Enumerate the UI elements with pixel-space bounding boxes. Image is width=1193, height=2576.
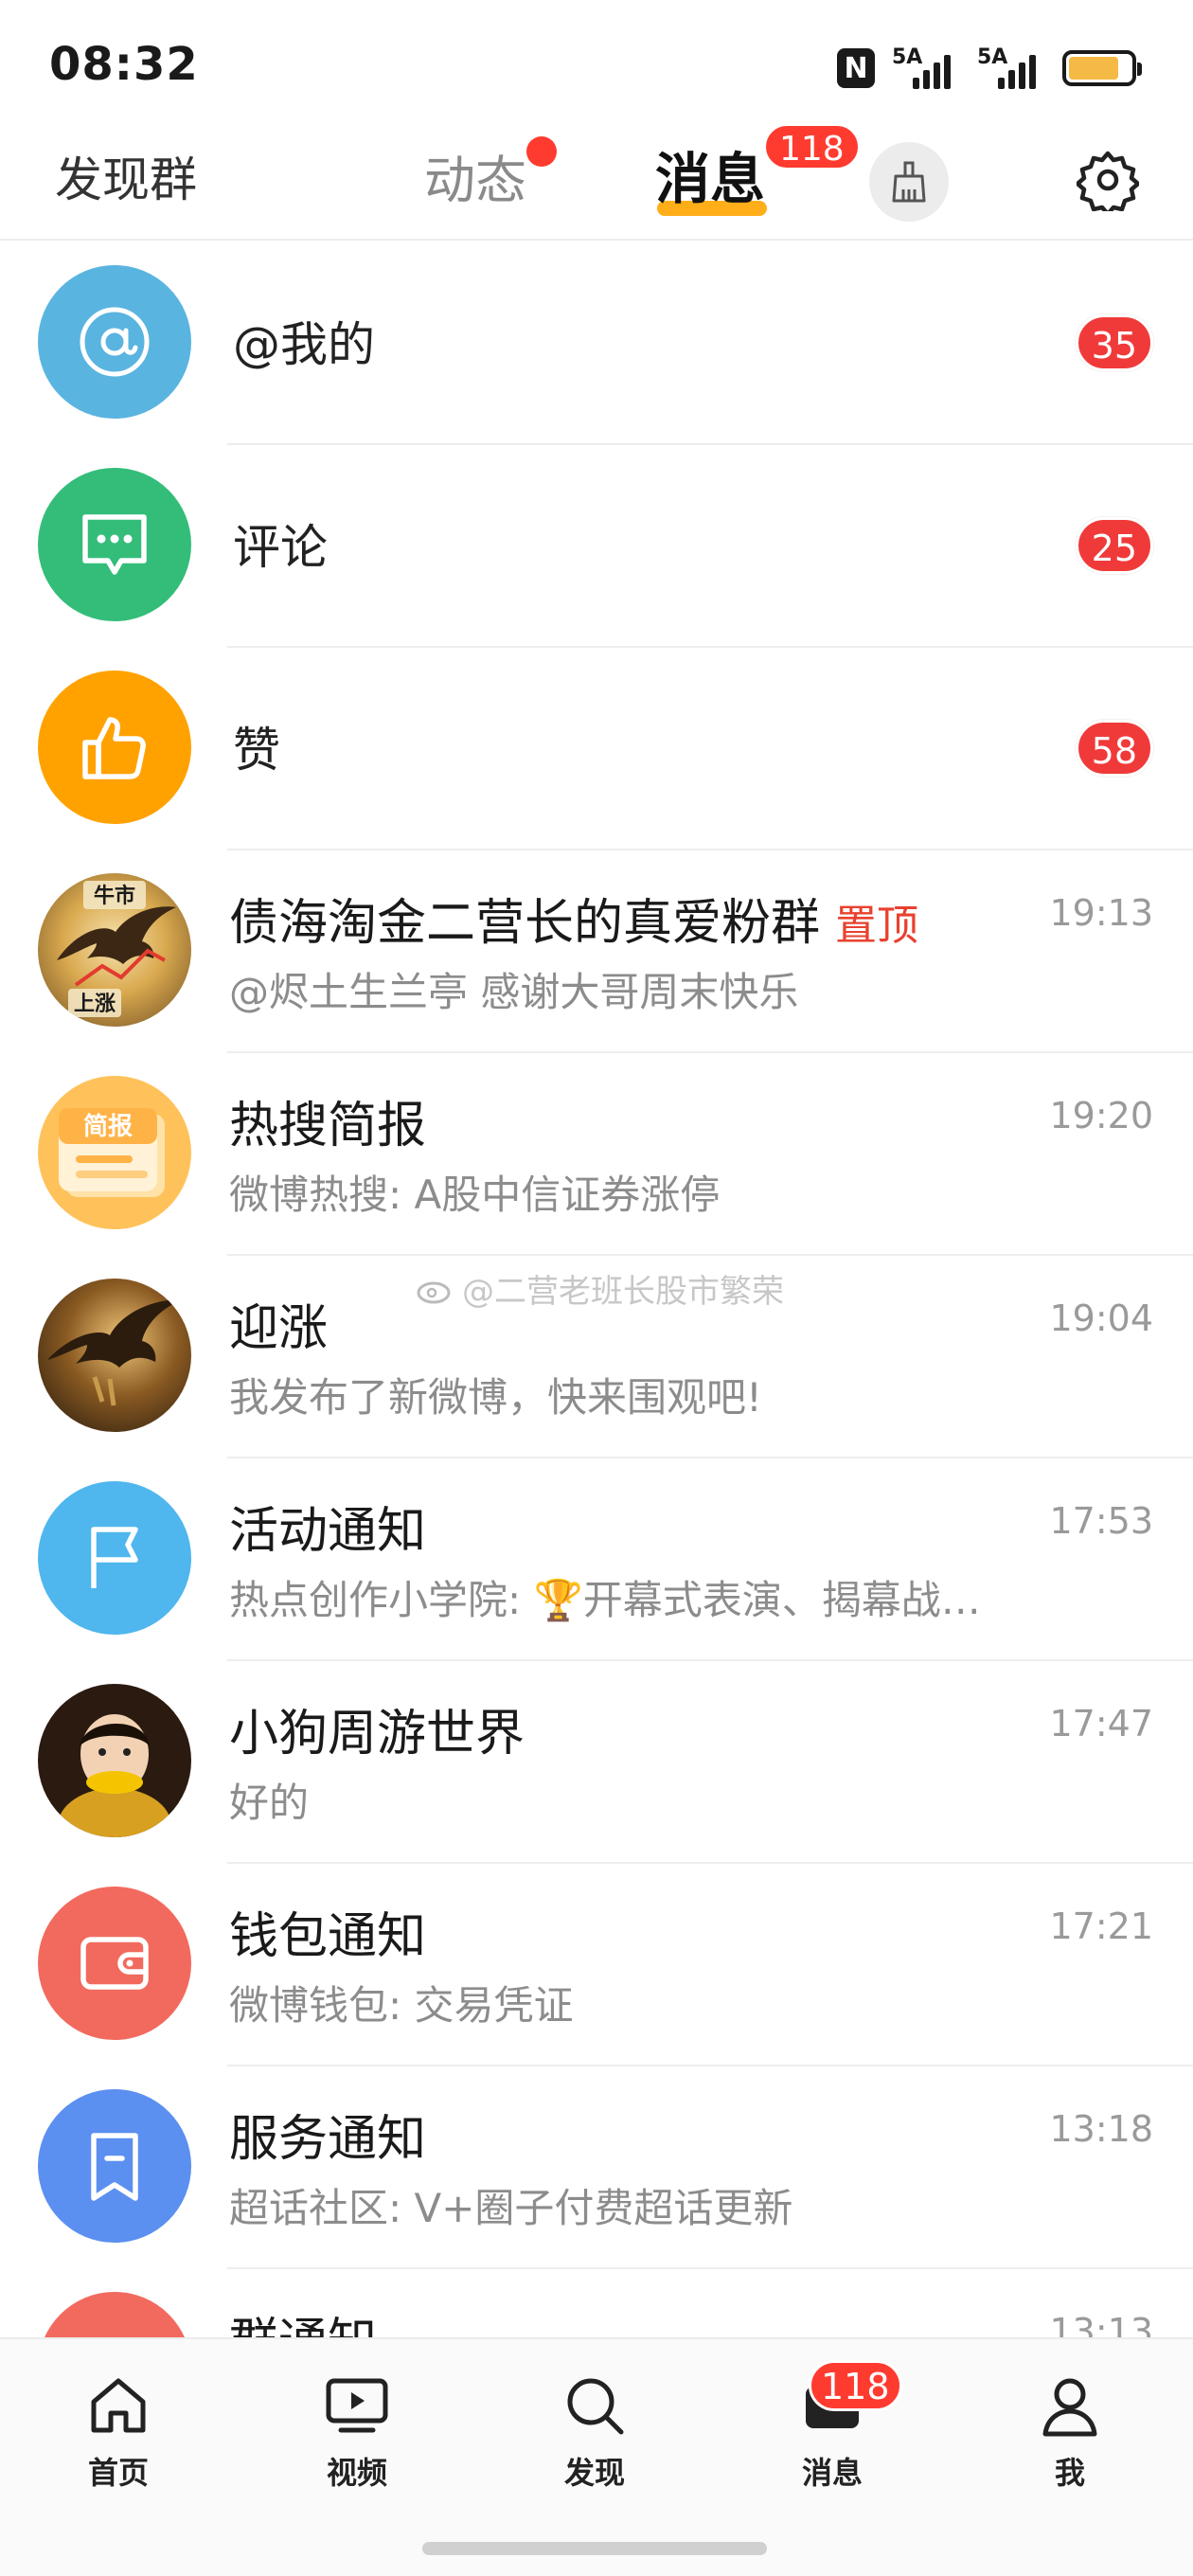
- conversation-title: 债海淘金二营长的真爱粉群 置顶: [229, 883, 918, 954]
- list-item-conversation[interactable]: 活动通知 17:53 热点创作小学院: 🏆开幕式表演、揭幕战…: [0, 1458, 1193, 1661]
- battery-icon: [1062, 50, 1142, 86]
- list-item-conversation[interactable]: 小狗周游世界 17:47 好的: [0, 1661, 1193, 1864]
- comment-icon: [38, 468, 191, 621]
- new-dot-badge: [526, 136, 557, 167]
- nav-home[interactable]: 首页: [52, 2368, 185, 2493]
- nav-me[interactable]: 我: [1004, 2368, 1136, 2493]
- row-label: 评论: [233, 520, 328, 575]
- watermark: @二营老班长股市繁荣: [417, 1265, 784, 1312]
- status-bar: 08:32 N 5A 5A: [0, 0, 1193, 123]
- bookmark-icon: [38, 2089, 191, 2243]
- message-list: @我的 35 评论 25 赞 58 牛市 上涨 债海淘金二营长的真爱粉群 置顶 …: [0, 242, 1193, 2472]
- conversation-time: 19:20: [1049, 1095, 1153, 1136]
- wallet-icon: [38, 1887, 191, 2040]
- row-label: @我的: [233, 317, 375, 372]
- conversation-preview: 微博钱包: 交易凭证: [229, 1982, 574, 2029]
- nav-discover-label: 发现: [563, 2455, 625, 2491]
- nav-me-label: 我: [1054, 2455, 1085, 2491]
- settings-button[interactable]: [1070, 142, 1146, 218]
- unread-count-badge: 25: [1075, 517, 1153, 574]
- conversation-time: 17:21: [1049, 1905, 1153, 1947]
- eagle-avatar: [38, 1279, 191, 1432]
- conversation-title-text: 债海淘金二营长的真爱粉群: [229, 895, 821, 952]
- row-label: 赞: [233, 723, 280, 778]
- conversation-preview: 热点创作小学院: 🏆开幕式表演、揭幕战…: [229, 1577, 981, 1623]
- list-item-mentions[interactable]: @我的 35: [0, 242, 1193, 445]
- broom-icon: [892, 161, 926, 203]
- group-avatar: 牛市 上涨: [38, 873, 191, 1027]
- search-icon: [528, 2368, 661, 2443]
- clear-unread-button[interactable]: [869, 142, 949, 222]
- list-item-comments[interactable]: 评论 25: [0, 445, 1193, 648]
- list-item-conversation[interactable]: 简报 热搜简报 19:20 微博热搜: A股中信证券涨停: [0, 1053, 1193, 1256]
- list-item-conversation[interactable]: 牛市 上涨 债海淘金二营长的真爱粉群 置顶 19:13 @烬土生兰亭 感谢大哥周末…: [0, 850, 1193, 1053]
- conversation-preview: @烬土生兰亭 感谢大哥周末快乐: [229, 969, 799, 1015]
- discover-groups-button[interactable]: 发现群: [55, 142, 197, 210]
- at-icon: [38, 265, 191, 419]
- nav-video-label: 视频: [326, 2455, 387, 2491]
- briefing-avatar: 简报: [38, 1076, 191, 1229]
- pinned-label: 置顶: [835, 902, 919, 950]
- conversation-preview: 微博热搜: A股中信证券涨停: [229, 1172, 721, 1218]
- nav-messages-label: 消息: [801, 2455, 863, 2491]
- list-item-conversation[interactable]: 钱包通知 17:21 微博钱包: 交易凭证: [0, 1864, 1193, 2066]
- conversation-time: 19:13: [1049, 892, 1153, 934]
- conversation-time: 17:47: [1049, 1703, 1153, 1744]
- watermark-text: @二营老班长股市繁荣: [462, 1273, 784, 1311]
- conversation-time: 13:18: [1049, 2108, 1153, 2150]
- nav-home-label: 首页: [87, 2455, 149, 2491]
- weibo-logo-icon: [417, 1281, 451, 1303]
- user-icon: [1004, 2368, 1136, 2443]
- conversation-preview: 超话社区: V+圈子付费超话更新: [229, 2185, 793, 2231]
- flag-icon: [38, 1481, 191, 1635]
- conversation-title: 迎涨: [229, 1300, 329, 1357]
- top-nav: 发现群 动态 消息 118: [0, 123, 1193, 241]
- signal-icon: 5A: [977, 45, 1045, 91]
- conversation-time: 19:04: [1049, 1297, 1153, 1339]
- video-icon: [291, 2368, 423, 2443]
- conversation-title: 活动通知: [229, 1503, 427, 1560]
- signal-icon: 5A: [892, 45, 960, 91]
- list-item-conversation[interactable]: 服务通知 13:18 超话社区: V+圈子付费超话更新: [0, 2066, 1193, 2269]
- briefing-avatar-text: 简报: [83, 1112, 133, 1141]
- messages-tab-badge: 118: [763, 123, 861, 170]
- status-time: 08:32: [49, 38, 199, 91]
- unread-count-badge: 35: [1075, 314, 1153, 371]
- nav-video[interactable]: 视频: [291, 2368, 423, 2493]
- thumbs-up-icon: [38, 671, 191, 824]
- avatar-text-top: 牛市: [94, 884, 135, 908]
- conversation-time: 17:53: [1049, 1500, 1153, 1542]
- bottom-nav: 首页 视频 发现 消息 118 我: [0, 2337, 1193, 2576]
- conversation-title: 小狗周游世界: [229, 1706, 525, 1762]
- tab-dynamic[interactable]: 动态: [424, 138, 526, 213]
- home-indicator[interactable]: [422, 2542, 767, 2555]
- child-avatar: [38, 1684, 191, 1837]
- avatar-text-bottom: 上涨: [74, 993, 116, 1016]
- nav-messages-badge: 118: [809, 2360, 902, 2411]
- conversation-title: 热搜简报: [229, 1098, 427, 1154]
- tab-messages[interactable]: 消息: [655, 134, 765, 214]
- gear-icon: [1077, 151, 1139, 211]
- conversation-title: 服务通知: [229, 2111, 427, 2168]
- list-item-likes[interactable]: 赞 58: [0, 648, 1193, 850]
- conversation-preview: 好的: [229, 1780, 310, 1826]
- status-icons: N 5A 5A: [837, 42, 1142, 95]
- conversation-title: 钱包通知: [229, 1908, 427, 1965]
- nfc-icon: N: [837, 48, 875, 88]
- unread-count-badge: 58: [1075, 720, 1153, 777]
- conversation-preview: 我发布了新微博，快来围观吧!: [229, 1374, 762, 1421]
- nav-discover[interactable]: 发现: [528, 2368, 661, 2493]
- home-icon: [52, 2368, 185, 2443]
